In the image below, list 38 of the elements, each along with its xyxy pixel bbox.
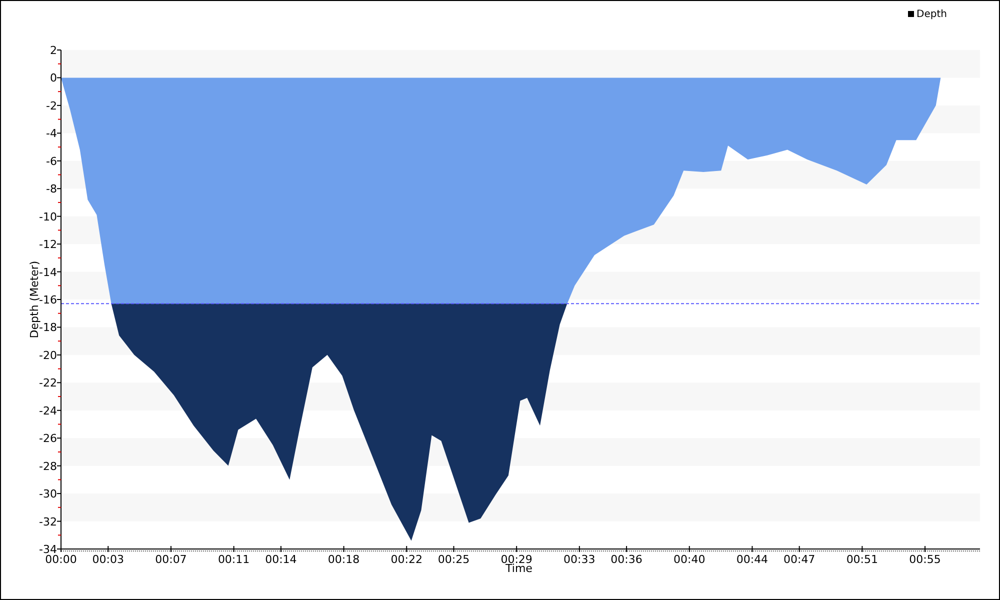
tick-label: 00:55 xyxy=(909,553,941,566)
tick-label: -20 xyxy=(39,348,57,362)
tick-label: -26 xyxy=(39,432,57,446)
tick-label: -24 xyxy=(39,404,57,418)
tick-label: -22 xyxy=(39,376,57,390)
tick-label: 00:07 xyxy=(155,553,187,566)
tick-label: -32 xyxy=(39,515,57,528)
tick-label: 00:14 xyxy=(265,553,297,566)
tick-label: 00:03 xyxy=(92,553,124,566)
tick-label: -28 xyxy=(39,460,57,473)
legend-label: Depth xyxy=(916,8,947,22)
tick-label: 00:40 xyxy=(674,553,706,566)
tick-label: 00:18 xyxy=(328,553,360,566)
tick-label: 00:22 xyxy=(390,553,422,566)
tick-label: -4 xyxy=(46,127,57,140)
tick-label: 00:36 xyxy=(610,553,642,566)
tick-label: -14 xyxy=(39,266,57,279)
tick-label: -18 xyxy=(39,321,57,334)
tick-label: 00:51 xyxy=(846,553,878,566)
tick-label: -12 xyxy=(39,238,57,252)
tick-label: -34 xyxy=(39,543,57,556)
axis-title: Depth (Meter) xyxy=(28,260,41,338)
axis-title: Time xyxy=(506,562,532,575)
legend-marker-icon xyxy=(908,11,914,17)
tick-label: -16 xyxy=(39,294,57,306)
tick-label: 00:00 xyxy=(45,553,77,566)
tick-label: -8 xyxy=(46,182,57,196)
tick-label: 0 xyxy=(50,72,57,85)
tick-label: -6 xyxy=(46,154,57,168)
tick-label: 00:47 xyxy=(784,553,816,566)
tick-label: 00:33 xyxy=(564,553,596,566)
tick-label: 00:44 xyxy=(736,553,768,566)
tick-label: -10 xyxy=(39,210,57,224)
tick-label: 00:11 xyxy=(218,553,250,566)
tick-label: 00:25 xyxy=(438,553,470,566)
tick-label: 2 xyxy=(50,44,57,57)
tick-label: -30 xyxy=(39,488,57,501)
tick-label: -2 xyxy=(46,99,57,112)
